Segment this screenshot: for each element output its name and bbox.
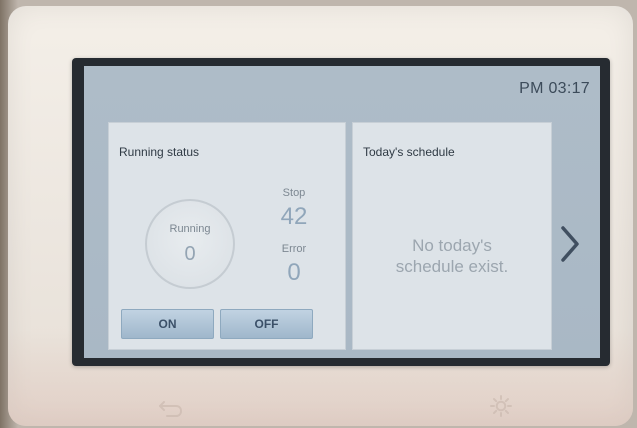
on-button[interactable]: ON	[121, 309, 214, 339]
running-label: Running	[169, 223, 211, 235]
current-time: PM 03:17	[519, 80, 590, 97]
error-count: 0	[287, 259, 301, 286]
off-button[interactable]: OFF	[220, 309, 313, 339]
touch-screen: PM 03:17 Running status Running 0 Stop 4…	[84, 66, 600, 358]
running-status-title: Running status	[119, 145, 200, 159]
empty-schedule-message: No today's schedule exist.	[395, 236, 509, 276]
back-arrow-icon[interactable]	[158, 394, 184, 420]
power-button-row: ON OFF	[121, 309, 313, 339]
settings-icon[interactable]	[488, 393, 514, 419]
stop-count: 42	[280, 203, 308, 230]
running-count-ring: Running 0	[145, 199, 235, 289]
chevron-right-icon[interactable]	[558, 224, 582, 264]
todays-schedule-title: Today's schedule	[363, 145, 455, 159]
stop-label: Stop	[282, 187, 306, 199]
running-status-panel: Running status Running 0 Stop 42 Error 0…	[108, 122, 346, 350]
error-label: Error	[281, 243, 307, 255]
running-count: 0	[184, 243, 196, 265]
todays-schedule-panel[interactable]: Today's schedule No today's schedule exi…	[352, 122, 552, 350]
